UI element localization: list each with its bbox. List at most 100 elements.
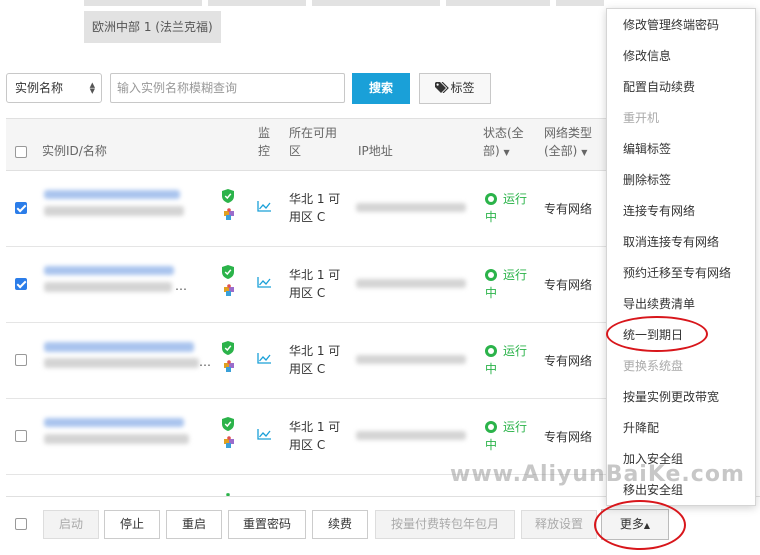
zone-line-2: 用区 C: [289, 438, 326, 452]
more-dropdown-menu: 修改管理终端密码 修改信息 配置自动续费 重开机 编辑标签 删除标签 连接专有网…: [606, 8, 756, 506]
plugin-icon: [224, 208, 234, 220]
status-line-2: 中: [485, 438, 498, 452]
zone-line-1: 华北 1 可: [289, 268, 341, 282]
reset-password-button[interactable]: 重置密码: [228, 510, 306, 539]
truncation-ellipsis: …: [199, 355, 211, 369]
region-tab[interactable]: [312, 0, 440, 6]
table-row[interactable]: … 华北 1 可 用区 C 运行 中 专有网络: [6, 323, 606, 399]
annotation-ellipse-unify-expiry: [606, 316, 708, 352]
menu-item-schedule-vpc-migration[interactable]: 预约迁移至专有网络: [623, 265, 731, 281]
status-line-1: 运行: [503, 344, 528, 358]
plugin-icon: [224, 436, 234, 448]
instance-name-redacted: [44, 358, 199, 368]
region-tab-frankfurt[interactable]: 欧洲中部 1 (法兰克福): [84, 11, 221, 43]
region-tab[interactable]: [446, 0, 550, 6]
restart-button[interactable]: 重启: [166, 510, 222, 539]
menu-item-export-renewal-list[interactable]: 导出续费清单: [623, 296, 695, 312]
header-status-text: 部): [483, 144, 500, 158]
instance-table: 实例ID/名称 监 控 所在可用 区 IP地址 状态(全 部) ▼ 网络类型 (…: [6, 118, 606, 497]
start-button[interactable]: 启动: [43, 510, 99, 539]
menu-item-edit-tags[interactable]: 编辑标签: [623, 141, 671, 157]
bottom-select-all-checkbox[interactable]: [15, 518, 27, 530]
region-tab[interactable]: [84, 0, 202, 6]
table-row[interactable]: 华北 1 可 用区 C 运行 中 专有网络: [6, 171, 606, 247]
header-ip: IP地址: [358, 144, 393, 158]
region-tab[interactable]: [208, 0, 306, 6]
header-instance[interactable]: 实例ID/名称: [42, 142, 107, 160]
network-type: 专有网络: [544, 278, 593, 292]
security-shield-icon: [222, 417, 234, 431]
status-line-1: 运行: [503, 192, 528, 206]
header-status-2[interactable]: 部) ▼: [483, 142, 510, 162]
tags-button-label: 标签: [450, 81, 475, 95]
monitor-chart-icon[interactable]: [257, 353, 271, 364]
header-network-1[interactable]: 网络类型: [544, 124, 592, 142]
menu-item-auto-renew[interactable]: 配置自动续费: [623, 79, 695, 95]
header-status-1[interactable]: 状态(全: [483, 124, 524, 142]
zone-line-1: 华北 1 可: [289, 344, 341, 358]
status-line-1: 运行: [503, 420, 528, 434]
switch-billing-button[interactable]: 按量付费转包年包月: [375, 510, 515, 539]
monitor-chart-icon[interactable]: [257, 201, 271, 212]
annotation-ellipse-more-button: [594, 500, 686, 550]
menu-item-upgrade-downgrade[interactable]: 升降配: [623, 420, 659, 436]
table-header: 实例ID/名称 监 控 所在可用 区 IP地址 状态(全 部) ▼ 网络类型 (…: [6, 119, 606, 171]
menu-item-change-bandwidth[interactable]: 按量实例更改带宽: [623, 389, 719, 405]
header-monitor-2: 控: [258, 144, 271, 158]
zone-line-2: 用区 C: [289, 210, 326, 224]
menu-item-delete-tags[interactable]: 删除标签: [623, 172, 671, 188]
region-tab[interactable]: [556, 0, 604, 6]
watermark-text: www.AliyunBaiKe.com: [450, 462, 745, 487]
menu-item-connect-vpc[interactable]: 连接专有网络: [623, 203, 695, 219]
status-line-2: 中: [485, 210, 498, 224]
filter-select[interactable]: 实例名称 ▲ ▼: [6, 73, 102, 103]
menu-item-reinit: 重开机: [623, 111, 660, 125]
zone-line-1: 华北 1 可: [289, 420, 341, 434]
menu-item-modify-info[interactable]: 修改信息: [623, 48, 671, 64]
tags-button[interactable]: 标签: [419, 73, 491, 104]
select-all-checkbox[interactable]: [15, 146, 27, 158]
header-zone-1: 所在可用: [289, 126, 338, 140]
header-network-2[interactable]: (全部) ▼: [544, 142, 587, 162]
running-status-icon: [485, 269, 497, 281]
instance-id-redacted[interactable]: [44, 342, 194, 352]
running-status-icon: [485, 193, 497, 205]
status-line-1: 运行: [503, 268, 528, 282]
caret-down-icon: ▼: [503, 148, 510, 157]
header-network-text: (全部): [544, 144, 578, 158]
ip-redacted: [356, 279, 466, 288]
filter-select-value: 实例名称: [15, 81, 64, 95]
status-line-2: 中: [485, 286, 498, 300]
monitor-chart-icon[interactable]: [257, 277, 271, 288]
instance-id-redacted[interactable]: [44, 190, 180, 199]
plugin-icon: [224, 284, 234, 296]
zone-line-1: 华北 1 可: [289, 192, 341, 206]
zone-line-2: 用区 C: [289, 362, 326, 376]
instance-id-redacted[interactable]: [44, 266, 174, 275]
search-button[interactable]: 搜索: [352, 73, 410, 104]
tag-icon: [435, 81, 450, 94]
instance-id-redacted[interactable]: [44, 418, 184, 427]
status-line-2: 中: [485, 362, 498, 376]
row-checkbox[interactable]: [15, 202, 27, 214]
running-status-icon: [485, 345, 497, 357]
network-type: 专有网络: [544, 354, 593, 368]
release-settings-button[interactable]: 释放设置: [521, 510, 597, 539]
select-arrows-icon: ▲ ▼: [89, 81, 95, 95]
header-zone-2: 区: [289, 144, 302, 158]
table-row[interactable]: … 华北 1 可 用区 C 运行 中 专有网络: [6, 247, 606, 323]
ip-redacted: [356, 355, 466, 364]
ip-redacted: [356, 431, 466, 440]
row-checkbox[interactable]: [15, 354, 27, 366]
search-input[interactable]: [110, 73, 345, 103]
row-checkbox[interactable]: [15, 278, 27, 290]
row-checkbox[interactable]: [15, 430, 27, 442]
menu-item-disconnect-vpc[interactable]: 取消连接专有网络: [623, 234, 719, 250]
stop-button[interactable]: 停止: [104, 510, 160, 539]
menu-item-replace-system-disk: 更换系统盘: [623, 359, 684, 373]
instance-name-redacted: [44, 282, 172, 292]
monitor-chart-icon[interactable]: [257, 429, 271, 440]
renew-button[interactable]: 续费: [312, 510, 368, 539]
menu-item-modify-vnc-password[interactable]: 修改管理终端密码: [623, 17, 719, 33]
truncation-ellipsis: …: [175, 279, 187, 293]
